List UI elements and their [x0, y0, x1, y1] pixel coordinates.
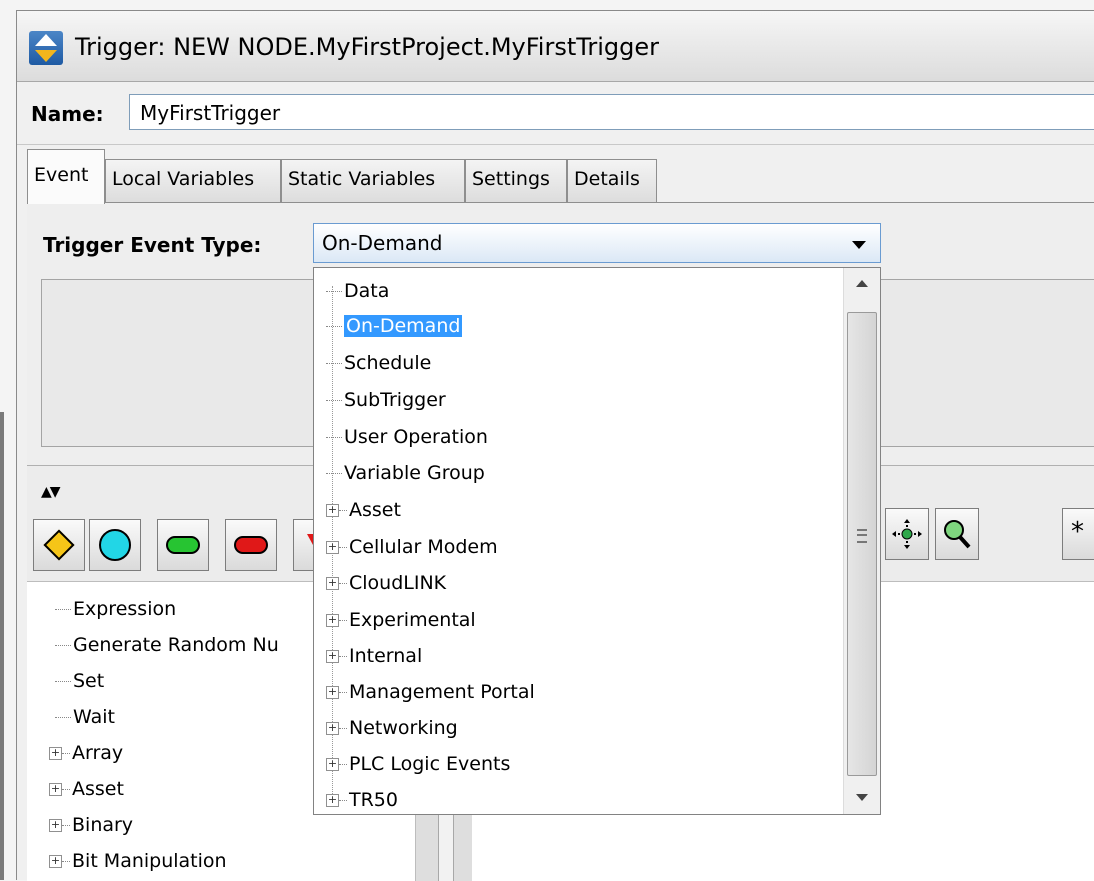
scroll-thumb[interactable]	[847, 312, 877, 776]
plus-icon: +	[49, 818, 62, 832]
trigger-event-type-combo[interactable]: On-Demand	[313, 223, 881, 263]
tab-details[interactable]: Details	[567, 159, 657, 203]
tree-item[interactable]: + Bit Manipulation	[49, 850, 227, 872]
dropdown-item[interactable]: User Operation	[326, 422, 488, 452]
plus-icon: +	[326, 540, 339, 554]
combo-value: On-Demand	[322, 231, 443, 255]
plus-icon: +	[326, 649, 339, 663]
collapse-expand-icon[interactable]: ▲▼	[41, 484, 60, 500]
plus-icon: +	[326, 685, 339, 699]
scroll-up-icon[interactable]	[856, 280, 868, 287]
plus-icon: +	[326, 503, 339, 517]
dropdown-item[interactable]: + Experimental	[326, 605, 476, 635]
dropdown-item[interactable]: SubTrigger	[326, 385, 446, 415]
tree-item[interactable]: Generate Random Nu	[55, 634, 279, 656]
dropdown-item[interactable]: + Asset	[326, 495, 401, 525]
zoom-button[interactable]	[935, 508, 979, 560]
trigger-event-type-label: Trigger Event Type:	[43, 233, 262, 257]
add-decision-button[interactable]	[33, 519, 85, 571]
add-circle-button[interactable]	[89, 519, 141, 571]
plus-icon: +	[326, 757, 339, 771]
name-field[interactable]: MyFirstTrigger	[129, 94, 1094, 130]
tree-item[interactable]: Set	[55, 670, 104, 692]
tree-item[interactable]: + Array	[49, 742, 123, 764]
circle-shape-icon	[99, 529, 131, 561]
tree-item[interactable]: + Asset	[49, 778, 124, 800]
add-end-button[interactable]	[225, 519, 277, 571]
tab-settings[interactable]: Settings	[465, 159, 567, 203]
dropdown-item[interactable]: + PLC Logic Events	[326, 749, 510, 779]
title-bar: Trigger: NEW NODE.MyFirstProject.MyFirst…	[17, 11, 1094, 82]
star-button[interactable]: *	[1062, 508, 1094, 560]
add-start-button[interactable]	[157, 519, 209, 571]
window-edge	[0, 412, 4, 880]
name-row: Name: MyFirstTrigger	[17, 82, 1094, 145]
green-pill-icon	[166, 536, 200, 554]
dropdown-item[interactable]: + CloudLINK	[326, 568, 446, 598]
move-node-icon	[892, 519, 922, 549]
zoom-icon	[944, 520, 971, 549]
name-label: Name:	[31, 102, 104, 126]
dropdown-item[interactable]: Variable Group	[326, 458, 485, 488]
window-title: Trigger: NEW NODE.MyFirstProject.MyFirst…	[75, 33, 660, 61]
dropdown-item[interactable]: + TR50	[326, 785, 398, 815]
scroll-down-icon[interactable]	[856, 794, 868, 801]
dropdown-item[interactable]: + Cellular Modem	[326, 532, 498, 562]
chevron-down-icon[interactable]	[852, 241, 866, 249]
dropdown-item[interactable]: Schedule	[326, 348, 431, 378]
tree-item[interactable]: + Binary	[49, 814, 133, 836]
plus-icon: +	[49, 746, 62, 760]
dropdown-scrollbar[interactable]	[843, 268, 880, 814]
move-node-button[interactable]	[885, 508, 929, 560]
tree-item[interactable]: Expression	[55, 598, 176, 620]
plus-icon: +	[49, 854, 62, 868]
tree-item[interactable]: Wait	[55, 706, 115, 728]
tab-event[interactable]: Event	[27, 149, 105, 204]
dropdown-item[interactable]: + Networking	[326, 713, 458, 743]
dropdown-item[interactable]: Data	[326, 276, 389, 306]
plus-icon: +	[326, 576, 339, 590]
star-icon: *	[1071, 517, 1084, 547]
plus-icon: +	[49, 782, 62, 796]
plus-icon: +	[326, 613, 339, 627]
diamond-shape-icon	[43, 529, 75, 561]
dropdown-item[interactable]: + Internal	[326, 641, 422, 671]
app-icon	[29, 31, 63, 65]
plus-icon: +	[326, 721, 339, 735]
grip-icon	[857, 529, 867, 543]
event-type-dropdown-list[interactable]: Data On-Demand Schedule SubTrigger User …	[313, 267, 881, 815]
dropdown-item[interactable]: + Management Portal	[326, 677, 535, 707]
tab-local-variables[interactable]: Local Variables	[105, 159, 281, 203]
plus-icon: +	[326, 793, 339, 807]
tab-static-variables[interactable]: Static Variables	[281, 159, 465, 203]
dropdown-item-selected[interactable]: On-Demand	[326, 311, 463, 341]
red-pill-icon	[234, 536, 268, 554]
